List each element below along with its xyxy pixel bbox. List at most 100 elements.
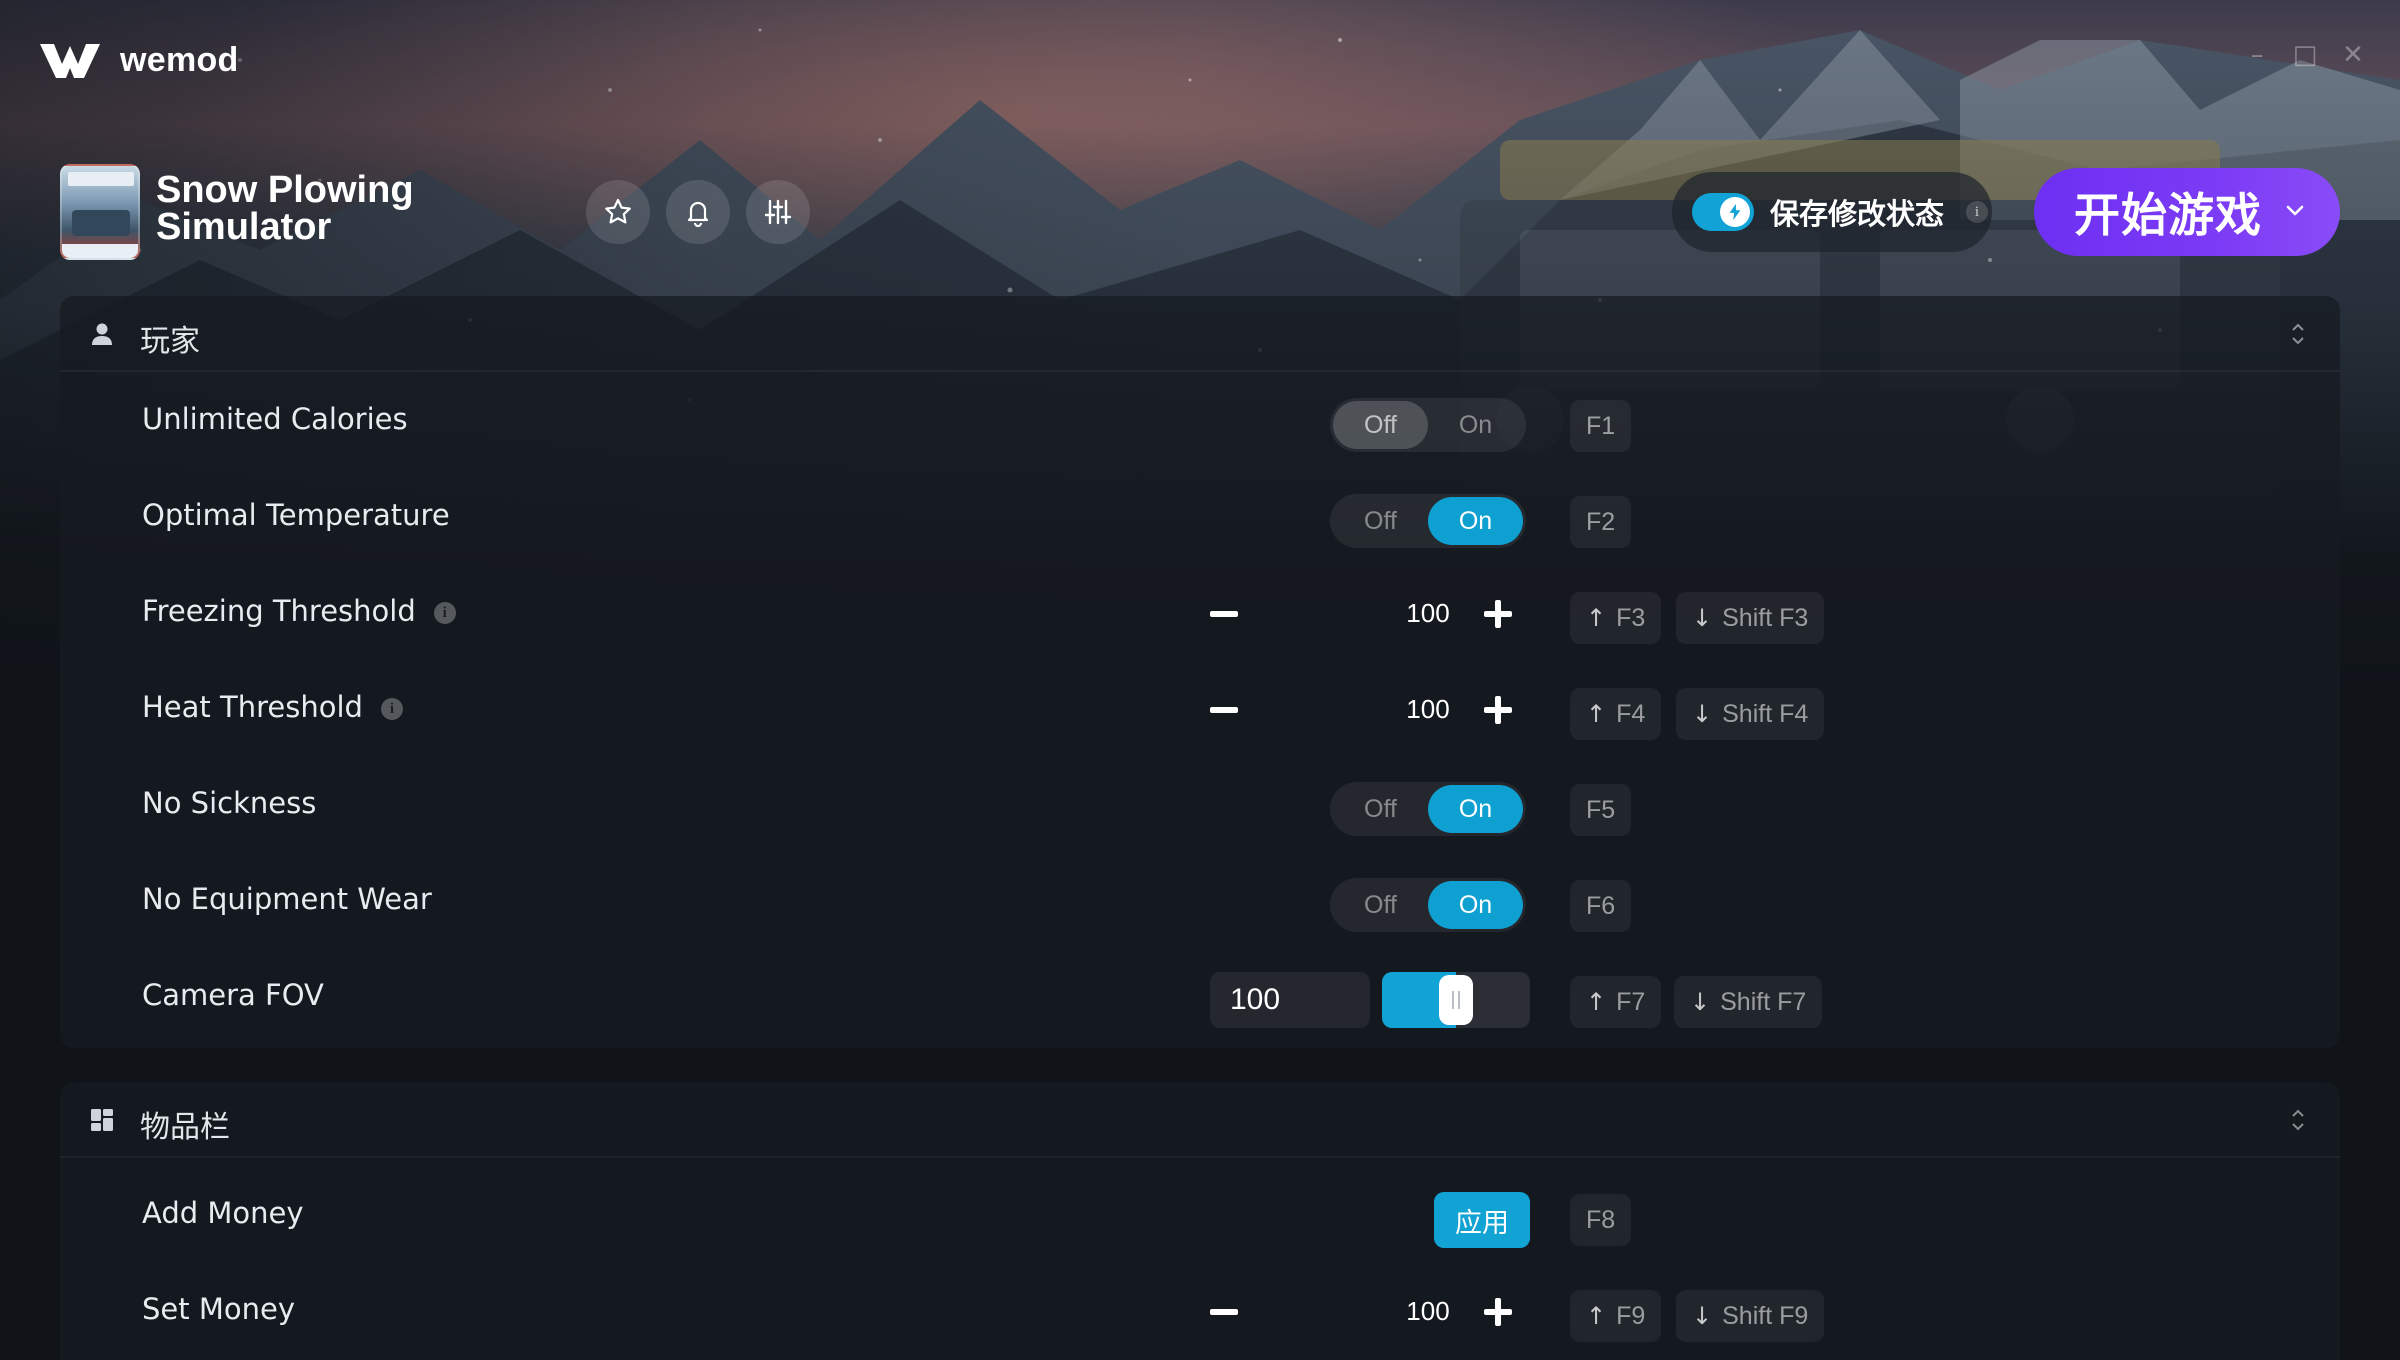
plus-icon[interactable] bbox=[1478, 1292, 1518, 1332]
info-icon[interactable]: i bbox=[433, 602, 456, 624]
mod-row-no-sickness: No Sickness Off On F5 bbox=[60, 756, 2340, 852]
info-icon[interactable]: i bbox=[380, 698, 403, 720]
save-mods-info-icon[interactable]: i bbox=[1966, 201, 1989, 223]
sliders-icon bbox=[764, 199, 792, 225]
minus-icon[interactable] bbox=[1204, 594, 1244, 634]
mod-label: No Sickness bbox=[142, 786, 317, 820]
mod-label: Add Money bbox=[142, 1196, 304, 1230]
chevron-down-icon[interactable] bbox=[2282, 198, 2308, 224]
save-mods-control: 保存修改状态 i bbox=[1672, 172, 1992, 252]
fov-value-input[interactable]: 100 bbox=[1210, 972, 1370, 1028]
arrow-down-icon: ↓ bbox=[1692, 700, 1713, 728]
star-icon bbox=[605, 198, 631, 224]
hotkey-label: F1 bbox=[1586, 411, 1616, 440]
arrow-down-icon: ↓ bbox=[1692, 1302, 1713, 1330]
hotkey-decrease[interactable]: ↓ Shift F3 bbox=[1676, 592, 1825, 644]
hotkey-label: F8 bbox=[1586, 1205, 1616, 1234]
close-button[interactable]: ✕ bbox=[2340, 40, 2366, 70]
plus-icon[interactable] bbox=[1478, 690, 1518, 730]
hotkey[interactable]: F8 bbox=[1570, 1194, 1632, 1246]
hotkey-label: F3 bbox=[1616, 603, 1646, 632]
hotkey[interactable]: F6 bbox=[1570, 880, 1632, 932]
hotkey[interactable]: F1 bbox=[1570, 400, 1632, 452]
game-title: Snow Plowing Simulator bbox=[156, 169, 414, 248]
toggle-off-option[interactable]: Off bbox=[1333, 497, 1428, 545]
mod-label: Set Money bbox=[142, 1292, 295, 1326]
arrow-down-icon: ↓ bbox=[1690, 988, 1711, 1016]
mod-row-optimal-temperature: Optimal Temperature Off On F2 bbox=[60, 468, 2340, 564]
mod-label: Optimal Temperature bbox=[142, 498, 450, 532]
wemod-logo-icon bbox=[40, 44, 100, 78]
toggle-off-option[interactable]: Off bbox=[1333, 401, 1428, 449]
mod-label: No Equipment Wear bbox=[142, 882, 432, 916]
mod-toggle[interactable]: Off On bbox=[1330, 782, 1526, 836]
collapse-icon[interactable] bbox=[2286, 1106, 2310, 1134]
mod-label-wrap: Freezing Threshold i bbox=[142, 594, 456, 628]
apply-button[interactable]: 应用 bbox=[1434, 1192, 1530, 1248]
settings-button[interactable] bbox=[746, 180, 810, 244]
hotkey-decrease[interactable]: ↓ Shift F4 bbox=[1676, 688, 1825, 740]
hotkey-increase[interactable]: ↑ F4 bbox=[1570, 688, 1662, 740]
section-title: 玩家 bbox=[140, 324, 200, 359]
hotkey-label: Shift F7 bbox=[1720, 987, 1807, 1016]
hotkey-label: F2 bbox=[1586, 507, 1616, 536]
arrow-up-icon: ↑ bbox=[1586, 1302, 1607, 1330]
toggle-on-option[interactable]: On bbox=[1428, 401, 1523, 449]
hotkey-label: F4 bbox=[1616, 699, 1646, 728]
mod-label: Camera FOV bbox=[142, 978, 324, 1012]
toggle-on-option[interactable]: On bbox=[1428, 497, 1523, 545]
minus-icon[interactable] bbox=[1204, 690, 1244, 730]
minimize-button[interactable]: – bbox=[2244, 40, 2270, 70]
section-inventory: 物品栏 Add Money 应用 F8 Set Money 100 ↑ F9 ↓ S… bbox=[60, 1082, 2340, 1360]
game-cover-image bbox=[60, 164, 140, 260]
favorite-button[interactable] bbox=[586, 180, 650, 244]
toggle-off-option[interactable]: Off bbox=[1333, 881, 1428, 929]
lightning-icon bbox=[1729, 203, 1741, 221]
mod-toggle[interactable]: Off On bbox=[1330, 494, 1526, 548]
section-header-player[interactable]: 玩家 bbox=[60, 296, 2340, 372]
hotkey-decrease[interactable]: ↓ Shift F9 bbox=[1676, 1290, 1825, 1342]
hotkey-label: F7 bbox=[1616, 987, 1646, 1016]
mod-label-wrap: Heat Threshold i bbox=[142, 690, 403, 724]
section-header-inventory[interactable]: 物品栏 bbox=[60, 1082, 2340, 1158]
title-bar: wemod – □ ✕ bbox=[0, 0, 2400, 120]
mod-row-unlimited-calories: Unlimited Calories Off On F1 bbox=[60, 372, 2340, 468]
maximize-button[interactable]: □ bbox=[2292, 40, 2318, 70]
arrow-up-icon: ↑ bbox=[1586, 988, 1607, 1016]
save-mods-toggle[interactable] bbox=[1692, 193, 1754, 231]
collapse-icon[interactable] bbox=[2286, 320, 2310, 348]
arrow-up-icon: ↑ bbox=[1586, 604, 1607, 632]
hotkey-label: F9 bbox=[1616, 1301, 1646, 1330]
arrow-down-icon: ↓ bbox=[1692, 604, 1713, 632]
toggle-off-option[interactable]: Off bbox=[1333, 785, 1428, 833]
play-button[interactable]: 开始游戏 bbox=[2034, 168, 2340, 256]
mod-row-freezing-threshold: Freezing Threshold i 100 ↑ F3 ↓ Shift F3 bbox=[60, 564, 2340, 660]
mod-toggle[interactable]: Off On bbox=[1330, 878, 1526, 932]
mod-label: Freezing Threshold bbox=[142, 594, 416, 628]
app-name: wemod bbox=[120, 40, 239, 79]
hotkey-increase[interactable]: ↑ F3 bbox=[1570, 592, 1662, 644]
hotkey-increase[interactable]: ↑ F9 bbox=[1570, 1290, 1662, 1342]
mod-toggle[interactable]: Off On bbox=[1330, 398, 1526, 452]
toggle-on-option[interactable]: On bbox=[1428, 785, 1523, 833]
hotkey-label: F6 bbox=[1586, 891, 1616, 920]
mod-label: Unlimited Calories bbox=[142, 402, 408, 436]
hotkey-increase[interactable]: ↑ F7 bbox=[1570, 976, 1662, 1028]
mod-row-no-equipment-wear: No Equipment Wear Off On F6 bbox=[60, 852, 2340, 948]
minus-icon[interactable] bbox=[1204, 1292, 1244, 1332]
toggle-on-option[interactable]: On bbox=[1428, 881, 1523, 929]
mod-row-camera-fov: Camera FOV 100 ↑ F7 ↓ Shift F7 bbox=[60, 948, 2340, 1044]
fov-slider[interactable] bbox=[1382, 972, 1530, 1028]
arrow-up-icon: ↑ bbox=[1586, 700, 1607, 728]
hotkey[interactable]: F5 bbox=[1570, 784, 1632, 836]
hotkey-decrease[interactable]: ↓ Shift F7 bbox=[1674, 976, 1823, 1028]
section-player: 玩家 Unlimited Calories Off On F1 Optimal … bbox=[60, 296, 2340, 1048]
person-icon bbox=[92, 323, 112, 345]
notifications-button[interactable] bbox=[666, 180, 730, 244]
hotkey-label: Shift F9 bbox=[1722, 1301, 1809, 1330]
hotkey[interactable]: F2 bbox=[1570, 496, 1632, 548]
plus-icon[interactable] bbox=[1478, 594, 1518, 634]
slider-thumb[interactable] bbox=[1439, 975, 1473, 1025]
window-controls: – □ ✕ bbox=[2244, 40, 2366, 70]
play-button-label: 开始游戏 bbox=[2074, 188, 2262, 242]
